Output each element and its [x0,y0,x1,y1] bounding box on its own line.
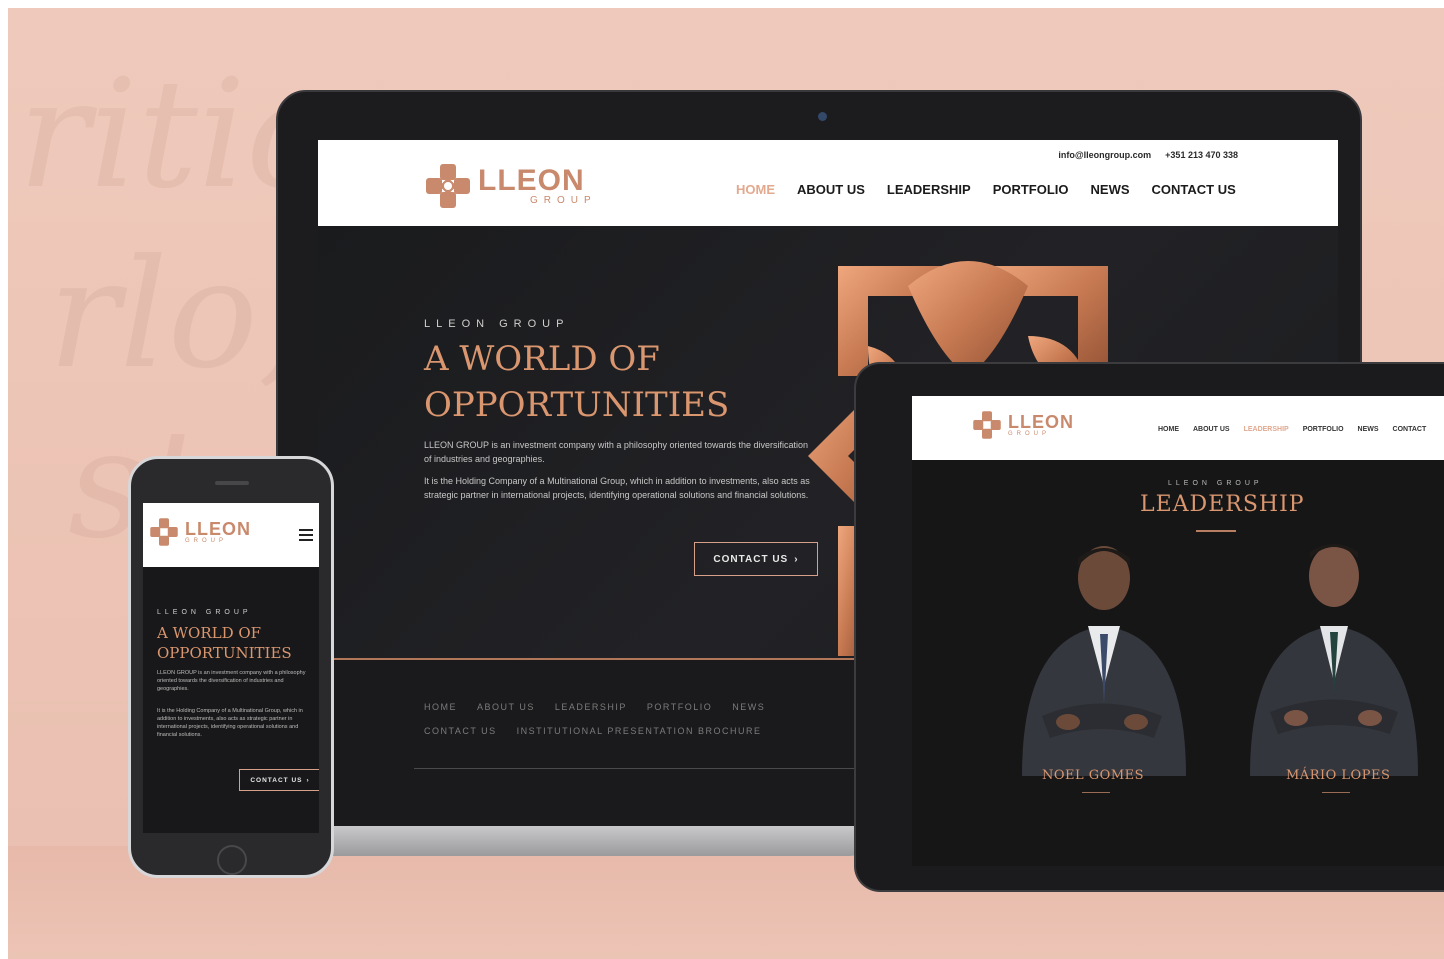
nav-about-us[interactable]: ABOUT US [797,182,865,197]
hero-title: A WORLD OF OPPORTUNITIES [424,336,729,428]
tablet-nav-leadership[interactable]: LEADERSHIP [1244,426,1289,433]
footer-nav-brochure[interactable]: INSTITUTIONAL PRESENTATION BROCHURE [517,726,762,736]
nav-contact-us[interactable]: CONTACT US [1152,182,1236,197]
hero-title-line1: A WORLD OF [424,339,660,379]
footer-nav-row-2: CONTACT US INSTITUTIONAL PRESENTATION BR… [424,726,762,736]
footer-nav-leadership[interactable]: LEADERSHIP [555,702,627,712]
phone-site-header: LLEON GROUP [143,503,319,567]
phone-contact-us-button-label: CONTACT US [250,776,303,784]
phone-hero-title: A WORLD OF OPPORTUNITIES [157,623,292,663]
phone-hero-title-line1: A WORLD OF [157,624,262,642]
nav-news[interactable]: NEWS [1091,182,1130,197]
nav-portfolio[interactable]: PORTFOLIO [993,182,1069,197]
leader-card [1012,526,1192,776]
contact-email-link[interactable]: info@lleongroup.com [1058,150,1151,160]
leader-card [1242,526,1422,776]
site-header: info@lleongroup.com +351 213 470 338 LLE… [318,140,1338,226]
chevron-right-icon: › [306,776,310,784]
hamburger-menu-icon[interactable] [299,529,313,541]
chevron-right-icon: › [794,553,799,565]
logo-sub: GROUP [530,195,597,206]
nav-leadership[interactable]: LEADERSHIP [887,182,971,197]
footer-nav-news[interactable]: NEWS [732,702,765,712]
tablet-nav-contact[interactable]: CONTACT [1393,426,1427,433]
phone-contact-us-button[interactable]: CONTACT US › [239,769,319,791]
tablet-nav-portfolio[interactable]: PORTFOLIO [1303,426,1344,433]
header-contact: info@lleongroup.com +351 213 470 338 [1058,150,1238,160]
phone-screen: LLEON GROUP LLEON GROUP A WORLD OF OPPOR… [143,503,319,833]
tablet-site-header: LLEON GROUP HOME ABOUT US LEADERSHIP POR… [912,396,1444,460]
lleon-flower-logo-icon [150,518,178,546]
tablet-site-logo[interactable]: LLEON GROUP [972,410,1074,440]
hero-kicker: LLEON GROUP [424,318,570,330]
phone-hero-title-line2: OPPORTUNITIES [157,644,292,662]
footer-nav-contact-us[interactable]: CONTACT US [424,726,497,736]
logo-name: LLEON [478,164,585,197]
leader-photo [1022,546,1186,776]
hero-title-line2: OPPORTUNITIES [424,385,730,425]
hero-paragraph-2: It is the Holding Company of a Multinati… [424,476,810,500]
phone-site-logo[interactable]: LLEON GROUP [149,517,251,547]
footer-nav-about-us[interactable]: ABOUT US [477,702,535,712]
nav-home[interactable]: HOME [736,182,775,197]
phone-device: LLEON GROUP LLEON GROUP A WORLD OF OPPOR… [128,456,334,878]
phone-hero-kicker: LLEON GROUP [157,609,252,616]
laptop-base [308,826,868,856]
tablet-logo-sub: GROUP [1008,431,1051,437]
leadership-kicker: LLEON GROUP [1168,480,1263,487]
tablet-logo-name: LLEON [1008,412,1074,432]
leader-name-noel-gomes: NOEL GOMES [1042,768,1145,783]
footer-nav-row-1: HOME ABOUT US LEADERSHIP PORTFOLIO NEWS [424,702,765,712]
phone-home-button[interactable] [217,845,247,875]
leadership-title-underline [1196,530,1236,532]
contact-us-button-label: CONTACT US [713,553,789,565]
tablet-nav-news[interactable]: NEWS [1358,426,1379,433]
lleon-flower-logo-icon [426,164,470,208]
tablet-screen: LLEON GROUP HOME ABOUT US LEADERSHIP POR… [912,396,1444,866]
hero-paragraph-1: LLEON GROUP is an investment company wit… [424,440,809,464]
footer-nav-portfolio[interactable]: PORTFOLIO [647,702,712,712]
leadership-title: LEADERSHIP [1140,492,1305,517]
tablet-main-nav: HOME ABOUT US LEADERSHIP PORTFOLIO NEWS … [1158,426,1426,433]
site-logo[interactable]: LLEON GROUP [424,162,597,210]
tablet-nav-about-us[interactable]: ABOUT US [1193,426,1230,433]
lleon-flower-logo-icon [973,411,1001,439]
laptop-camera [818,112,827,121]
contact-phone-link[interactable]: +351 213 470 338 [1165,150,1238,160]
phone-hero-paragraph-2: It is the Holding Company of a Multinati… [157,708,303,738]
contact-us-button[interactable]: CONTACT US › [694,542,818,576]
leader-name-mario-lopes: MÁRIO LOPES [1286,768,1391,783]
leader-photo [1250,544,1418,776]
footer-divider [414,768,854,769]
phone-speaker [215,481,249,485]
tablet-nav-home[interactable]: HOME [1158,426,1179,433]
footer-nav-home[interactable]: HOME [424,702,457,712]
main-nav: HOME ABOUT US LEADERSHIP PORTFOLIO NEWS … [736,182,1236,197]
tablet-device: LLEON GROUP HOME ABOUT US LEADERSHIP POR… [854,362,1444,892]
phone-logo-sub: GROUP [185,538,228,544]
phone-hero-paragraph-1: LLEON GROUP is an investment company wit… [157,670,306,692]
leader-name-underline [1322,792,1350,793]
phone-logo-name: LLEON [185,519,251,539]
mockup-scene: ritico rlo, ce ste info@lleongroup.com +… [8,8,1444,959]
leader-name-underline [1082,792,1110,793]
